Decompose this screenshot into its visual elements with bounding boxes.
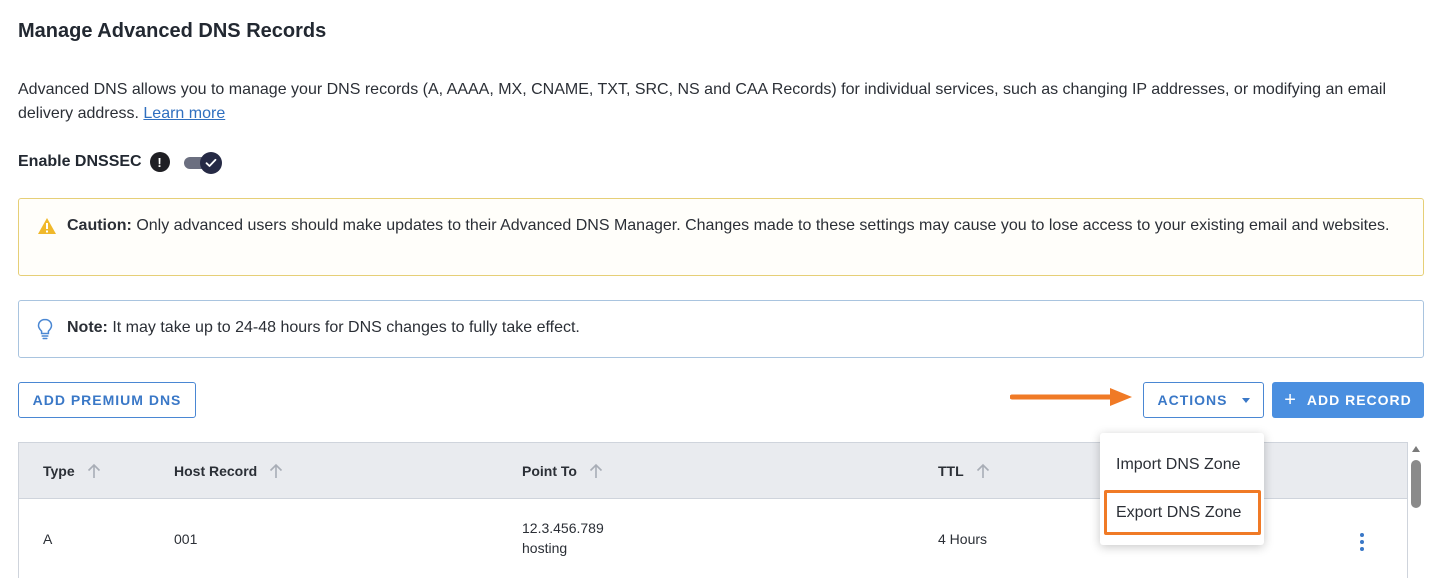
column-header-label: Host Record [174, 463, 258, 479]
dnssec-label: Enable DNSSEC [18, 153, 142, 170]
lightbulb-icon [37, 318, 53, 340]
learn-more-link[interactable]: Learn more [143, 105, 225, 122]
orange-arrow-icon [1010, 388, 1132, 406]
column-header-label: Type [43, 463, 75, 479]
column-header-ttl[interactable]: TTL [938, 463, 990, 479]
sort-up-arrow-icon [87, 463, 100, 478]
check-icon [205, 158, 216, 167]
page-title: Manage Advanced DNS Records [18, 20, 327, 42]
menu-item-import-dns-zone[interactable]: Import DNS Zone [1116, 456, 1240, 474]
actions-label: ACTIONS [1157, 392, 1228, 408]
sort-up-arrow-icon [976, 463, 989, 478]
vertical-ellipsis-icon[interactable] [1357, 533, 1367, 553]
column-header-point-to[interactable]: Point To [522, 463, 603, 479]
caution-label: Caution: [67, 217, 132, 234]
add-premium-dns-button[interactable]: ADD PREMIUM DNS [18, 382, 196, 418]
exclamation-circle-icon[interactable]: ! [149, 152, 170, 172]
scrollbar-up-arrow[interactable] [1412, 446, 1420, 452]
column-header-host-record[interactable]: Host Record [174, 463, 283, 479]
warning-triangle-icon [38, 218, 56, 234]
cell-type: A [43, 531, 53, 547]
point-to-sub: hosting [522, 540, 568, 556]
toggle-knob [199, 152, 222, 174]
actions-dropdown-button[interactable]: ACTIONS [1143, 382, 1264, 418]
caution-alert: Caution: Only advanced users should make… [18, 198, 1424, 276]
column-header-label: Point To [522, 463, 577, 479]
page-description: Advanced DNS allows you to manage your D… [18, 78, 1418, 126]
add-record-label: ADD RECORD [1306, 392, 1412, 408]
add-record-button[interactable]: + ADD RECORD [1272, 382, 1424, 418]
point-to-value: 12.3.456.789 [522, 520, 604, 536]
note-label: Note: [67, 319, 108, 336]
dnssec-toggle[interactable] [183, 152, 222, 174]
caret-down-icon [1241, 397, 1250, 403]
dnssec-row: Enable DNSSEC ! [18, 150, 222, 174]
note-text: It may take up to 24-48 hours for DNS ch… [112, 319, 580, 336]
sort-up-arrow-icon [270, 463, 283, 478]
sort-up-arrow-icon [589, 463, 603, 478]
column-header-type[interactable]: Type [43, 463, 101, 479]
caution-text: Only advanced users should make updates … [136, 217, 1390, 234]
cell-ttl: 4 Hours [938, 531, 988, 547]
scrollbar-thumb[interactable] [1411, 460, 1421, 508]
cell-host-record: 001 [174, 531, 198, 547]
export-highlight-box [1104, 490, 1261, 535]
note-alert: Note: It may take up to 24-48 hours for … [18, 300, 1424, 358]
cell-point-to: 12.3.456.789 hosting [522, 518, 604, 558]
plus-icon: + [1284, 389, 1297, 411]
column-header-label: TTL [938, 463, 964, 479]
